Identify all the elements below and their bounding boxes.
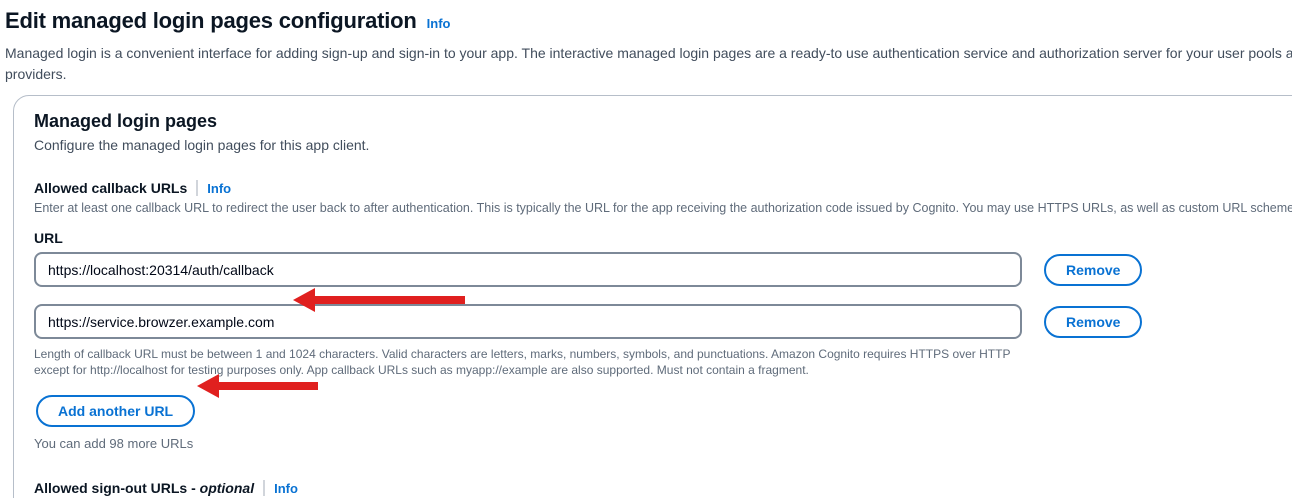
label-divider: [263, 480, 265, 496]
card-title: Managed login pages: [34, 111, 1292, 132]
callback-url-row-1: Remove: [34, 252, 1292, 287]
callback-urls-info-link[interactable]: Info: [207, 181, 231, 196]
optional-suffix: optional: [200, 480, 254, 496]
remove-url-button-2[interactable]: Remove: [1044, 306, 1142, 338]
page-title: Edit managed login pages configuration: [5, 8, 417, 34]
signout-urls-label: Allowed sign-out URLs - optional: [34, 480, 254, 496]
callback-url-input-1[interactable]: [34, 252, 1022, 287]
label-divider: [196, 180, 198, 196]
remaining-urls-text: You can add 98 more URLs: [34, 436, 1292, 451]
signout-urls-info-link[interactable]: Info: [274, 481, 298, 496]
managed-login-pages-card: Managed login pages Configure the manage…: [13, 95, 1292, 498]
card-subtitle: Configure the managed login pages for th…: [34, 137, 1292, 153]
callback-urls-description: Enter at least one callback URL to redir…: [34, 201, 1292, 215]
allowed-callback-urls-section: Allowed callback URLs Info Enter at leas…: [34, 180, 1292, 451]
page-title-info-link[interactable]: Info: [427, 16, 451, 31]
page-description: Managed login is a convenient interface …: [5, 43, 1292, 85]
allowed-signout-urls-section: Allowed sign-out URLs - optional Info En…: [34, 480, 1292, 498]
callback-url-row-2: Remove: [34, 304, 1292, 339]
callback-url-constraint-text: Length of callback URL must be between 1…: [34, 347, 1039, 378]
cognito-edit-managed-login-page: Edit managed login pages configuration I…: [0, 0, 1292, 498]
url-column-label: URL: [34, 230, 1292, 246]
add-another-url-button[interactable]: Add another URL: [36, 395, 195, 427]
callback-urls-label: Allowed callback URLs: [34, 180, 187, 196]
remove-url-button-1[interactable]: Remove: [1044, 254, 1142, 286]
callback-url-input-2[interactable]: [34, 304, 1022, 339]
page-header: Edit managed login pages configuration I…: [0, 0, 1292, 85]
